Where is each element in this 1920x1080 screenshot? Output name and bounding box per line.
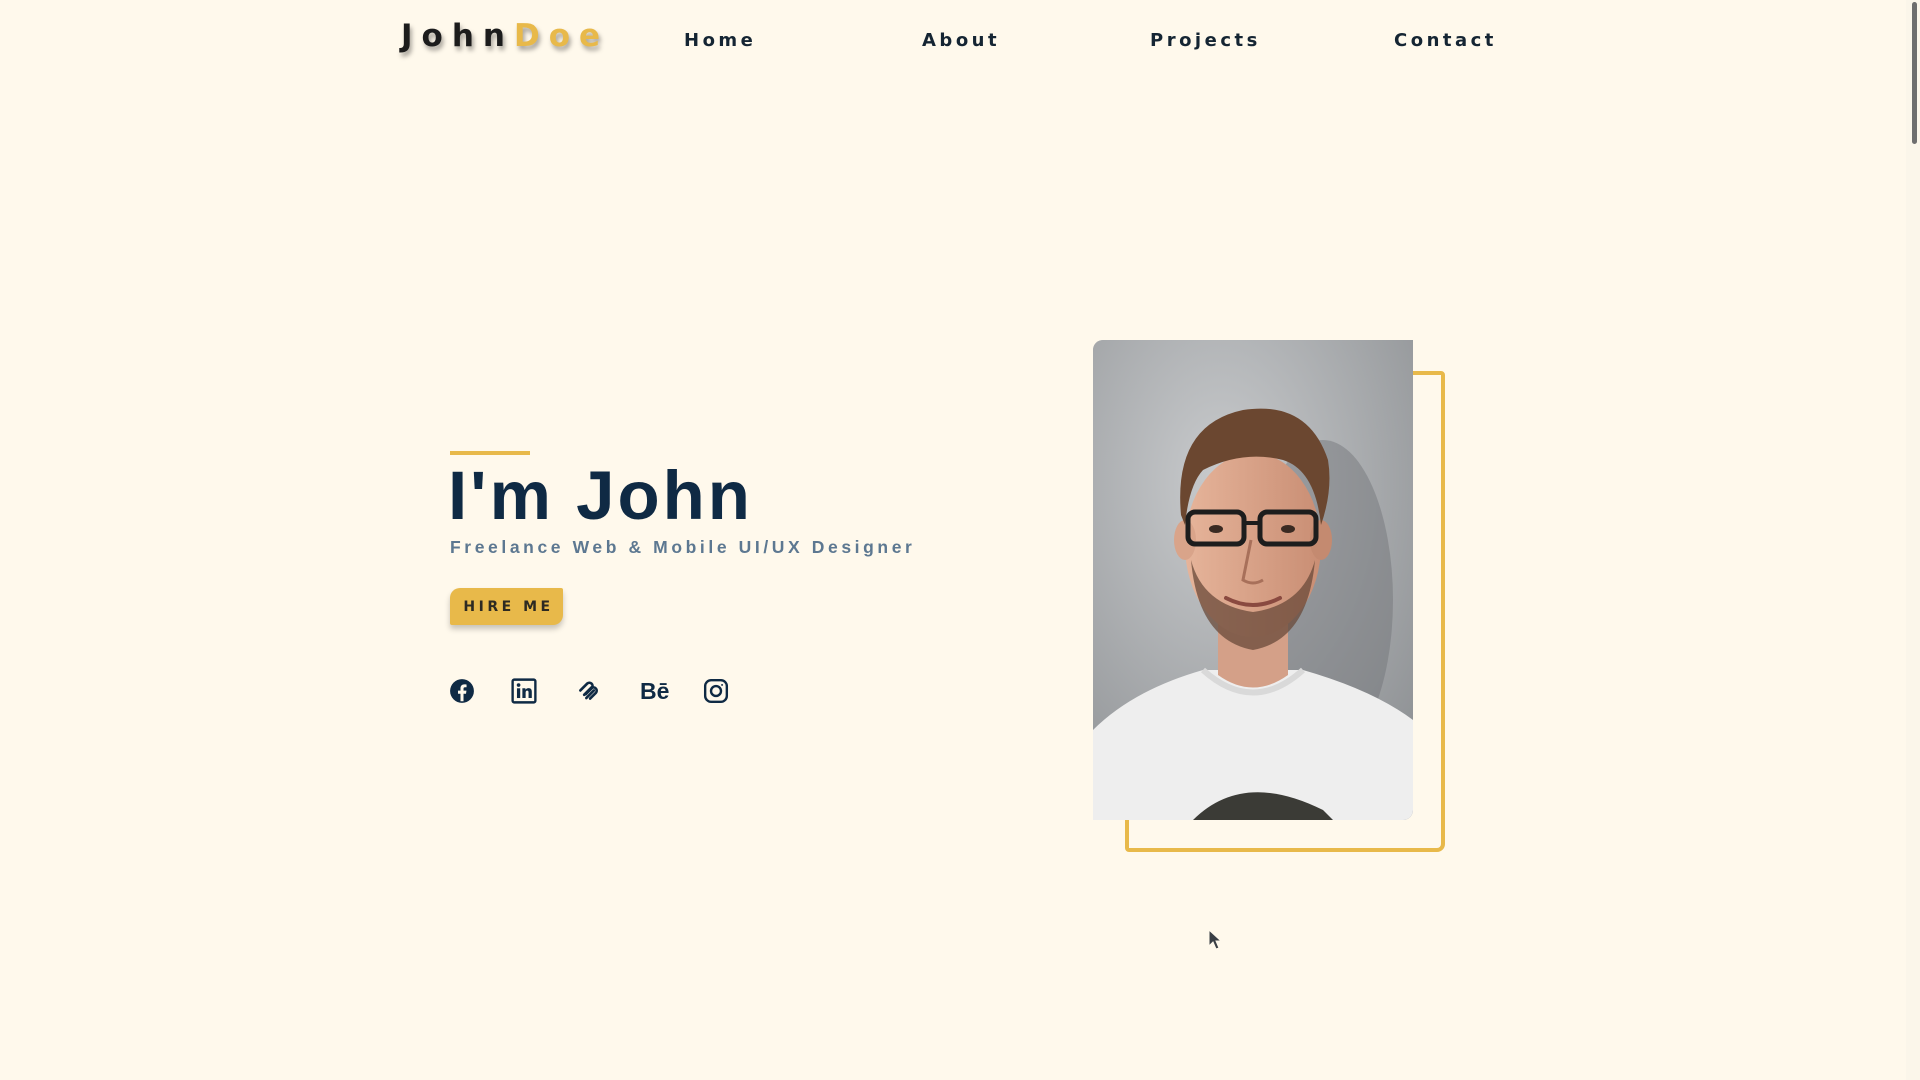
instagram-icon[interactable] <box>703 678 729 704</box>
hero-title: I'm John <box>448 457 753 534</box>
linkedin-icon[interactable] <box>511 678 537 704</box>
site-logo[interactable]: JohnDoe <box>401 18 609 54</box>
scrollbar-thumb[interactable] <box>1912 2 1917 144</box>
logo-first-name: John <box>401 18 514 54</box>
mouse-cursor-icon <box>1208 929 1223 950</box>
page-scrollbar[interactable] <box>1906 0 1920 1080</box>
nav-link-home[interactable]: Home <box>684 30 756 51</box>
hero-subtitle: Freelance Web & Mobile UI/UX Designer <box>450 537 916 557</box>
page: JohnDoe Home About Projects Contact I'm … <box>0 0 1920 1080</box>
portrait-photo <box>1093 340 1413 820</box>
hire-me-button[interactable]: HIRE ME <box>450 588 563 625</box>
nav-link-contact[interactable]: Contact <box>1394 30 1497 51</box>
squarespace-icon[interactable] <box>576 678 602 704</box>
nav-link-about[interactable]: About <box>922 30 1000 51</box>
behance-icon[interactable]: Bē <box>640 678 676 704</box>
logo-last-name: Doe <box>513 18 610 54</box>
nav-link-projects[interactable]: Projects <box>1150 30 1261 51</box>
facebook-icon[interactable] <box>449 678 475 704</box>
portrait-illustration <box>1093 340 1413 820</box>
top-nav: JohnDoe Home About Projects Contact <box>0 0 1900 82</box>
